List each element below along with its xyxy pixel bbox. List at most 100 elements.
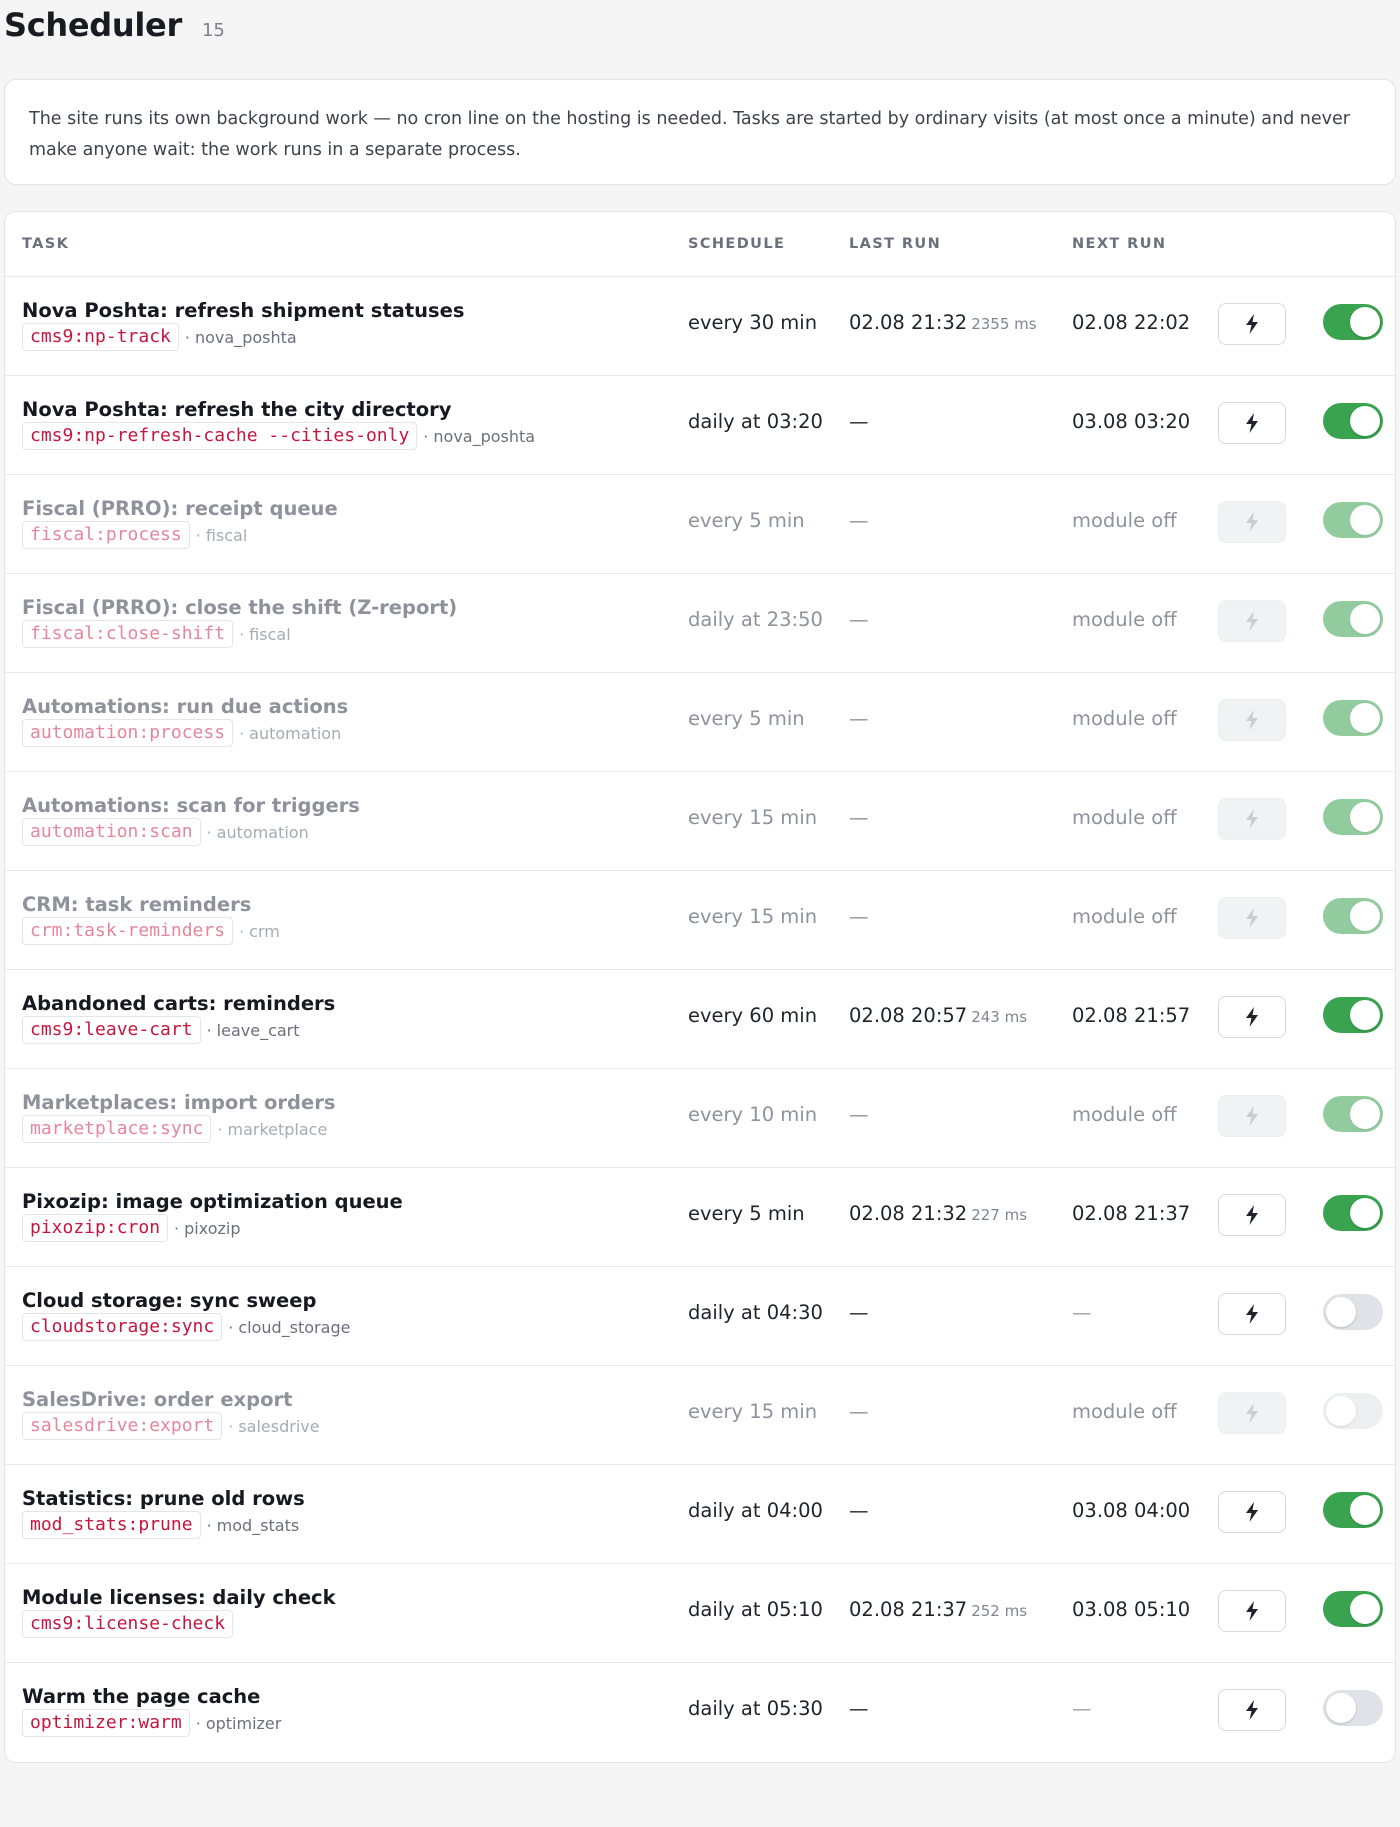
- task-command: pixozip:cron: [22, 1214, 169, 1242]
- task-meta: salesdrive:export · salesdrive: [22, 1412, 320, 1440]
- task-name: Nova Poshta: refresh shipment statuses: [22, 299, 465, 322]
- task-name: Abandoned carts: reminders: [22, 992, 336, 1015]
- toggle-knob: [1350, 307, 1380, 337]
- run-now-button[interactable]: [1218, 501, 1286, 543]
- run-now-button[interactable]: [1218, 699, 1286, 741]
- task-module-name: nova_poshta: [194, 327, 297, 347]
- enable-toggle[interactable]: [1323, 1393, 1383, 1429]
- enable-toggle[interactable]: [1323, 997, 1383, 1033]
- enable-toggle[interactable]: [1323, 1591, 1383, 1627]
- run-now-button[interactable]: [1218, 1293, 1286, 1335]
- task-schedule: every 5 min: [688, 509, 805, 532]
- task-module-name: automation: [249, 723, 342, 743]
- task-module-name: fiscal: [205, 525, 248, 545]
- task-meta: mod_stats:prune · mod_stats: [22, 1511, 299, 1539]
- run-now-button[interactable]: [1218, 600, 1286, 642]
- task-command: salesdrive:export: [22, 1412, 223, 1440]
- table-row: Automations: run due actions automation:…: [5, 673, 1395, 772]
- task-command: cms9:leave-cart: [22, 1016, 201, 1044]
- run-now-button[interactable]: [1218, 897, 1286, 939]
- task-next-run: 02.08 22:02: [1072, 311, 1191, 334]
- toggle-knob: [1326, 1396, 1356, 1426]
- task-table: TASK SCHEDULE LAST RUN NEXT RUN Nova Pos…: [4, 211, 1396, 1763]
- toggle-knob: [1350, 1198, 1380, 1228]
- toggle-knob: [1326, 1297, 1356, 1327]
- lightning-icon: [1246, 908, 1258, 928]
- task-last-run: —: [849, 1103, 869, 1126]
- task-next-run: module off: [1072, 806, 1177, 829]
- task-module: · optimizer: [195, 1713, 282, 1733]
- task-meta: automation:process · automation: [22, 719, 341, 747]
- enable-toggle[interactable]: [1323, 700, 1383, 736]
- last-run-time: 02.08 21:32: [849, 311, 968, 334]
- task-next-run: 03.08 05:10: [1072, 1598, 1191, 1621]
- enable-toggle[interactable]: [1323, 1690, 1383, 1726]
- enable-toggle[interactable]: [1323, 799, 1383, 835]
- enable-toggle[interactable]: [1323, 1195, 1383, 1231]
- enable-toggle[interactable]: [1323, 1294, 1383, 1330]
- enable-toggle[interactable]: [1323, 502, 1383, 538]
- task-command: automation:process: [22, 719, 234, 747]
- table-row: Pixozip: image optimization queue pixozi…: [5, 1168, 1395, 1267]
- enable-toggle[interactable]: [1323, 1492, 1383, 1528]
- task-last-run: —: [849, 905, 869, 928]
- task-schedule: daily at 23:50: [688, 608, 823, 631]
- run-now-button[interactable]: [1218, 1392, 1286, 1434]
- lightning-icon: [1246, 710, 1258, 730]
- last-run-time: —: [849, 509, 869, 532]
- task-next-run: module off: [1072, 608, 1177, 631]
- enable-toggle[interactable]: [1323, 304, 1383, 340]
- task-command: automation:scan: [22, 818, 201, 846]
- lightning-icon: [1246, 1106, 1258, 1126]
- table-row: Module licenses: daily check cms9:licens…: [5, 1564, 1395, 1663]
- run-now-button[interactable]: [1218, 1689, 1286, 1731]
- table-row: Automations: scan for triggers automatio…: [5, 772, 1395, 871]
- run-now-button[interactable]: [1218, 402, 1286, 444]
- run-now-button[interactable]: [1218, 996, 1286, 1038]
- enable-toggle[interactable]: [1323, 403, 1383, 439]
- column-header-next-run: NEXT RUN: [1072, 236, 1167, 252]
- lightning-icon: [1246, 1304, 1258, 1324]
- task-next-run: —: [1072, 1301, 1092, 1324]
- task-last-run: —: [849, 707, 869, 730]
- task-module-name: fiscal: [249, 624, 291, 644]
- enable-toggle[interactable]: [1323, 601, 1383, 637]
- table-row: CRM: task reminders crm:task-reminders ·…: [5, 871, 1395, 970]
- toggle-knob: [1350, 901, 1380, 931]
- task-module: · marketplace: [217, 1119, 328, 1139]
- task-name: Cloud storage: sync sweep: [22, 1289, 317, 1312]
- task-schedule: daily at 03:20: [688, 410, 823, 433]
- task-last-run: 02.08 21:32 2355 ms: [849, 311, 1037, 334]
- task-next-run: module off: [1072, 509, 1177, 532]
- lightning-icon: [1246, 512, 1258, 532]
- task-schedule: daily at 05:30: [688, 1697, 823, 1720]
- run-now-button[interactable]: [1218, 1491, 1286, 1533]
- lightning-icon: [1246, 1502, 1258, 1522]
- enable-toggle[interactable]: [1323, 898, 1383, 934]
- task-next-run: module off: [1072, 1103, 1177, 1126]
- last-run-time: —: [849, 707, 869, 730]
- table-row: Fiscal (PRRO): receipt queue fiscal:proc…: [5, 475, 1395, 574]
- task-last-run: —: [849, 1400, 869, 1423]
- task-module: · crm: [239, 921, 280, 941]
- run-now-button[interactable]: [1218, 1194, 1286, 1236]
- task-meta: fiscal:close-shift · fiscal: [22, 620, 291, 648]
- last-run-time: 02.08 21:37: [849, 1598, 968, 1621]
- task-schedule: daily at 04:00: [688, 1499, 823, 1522]
- table-row: SalesDrive: order export salesdrive:expo…: [5, 1366, 1395, 1465]
- task-schedule: every 5 min: [688, 1202, 805, 1225]
- run-now-button[interactable]: [1218, 1590, 1286, 1632]
- task-command: marketplace:sync: [22, 1115, 212, 1143]
- task-name: CRM: task reminders: [22, 893, 252, 916]
- task-last-run: —: [849, 410, 869, 433]
- run-now-button[interactable]: [1218, 798, 1286, 840]
- task-name: Pixozip: image optimization queue: [22, 1190, 403, 1213]
- page-header: Scheduler 15: [4, 6, 225, 48]
- enable-toggle[interactable]: [1323, 1096, 1383, 1132]
- run-now-button[interactable]: [1218, 1095, 1286, 1137]
- run-now-button[interactable]: [1218, 303, 1286, 345]
- task-last-run: —: [849, 806, 869, 829]
- task-last-run: 02.08 21:32 227 ms: [849, 1202, 1027, 1225]
- task-name: Fiscal (PRRO): close the shift (Z-report…: [22, 596, 458, 619]
- task-last-run: 02.08 21:37 252 ms: [849, 1598, 1027, 1621]
